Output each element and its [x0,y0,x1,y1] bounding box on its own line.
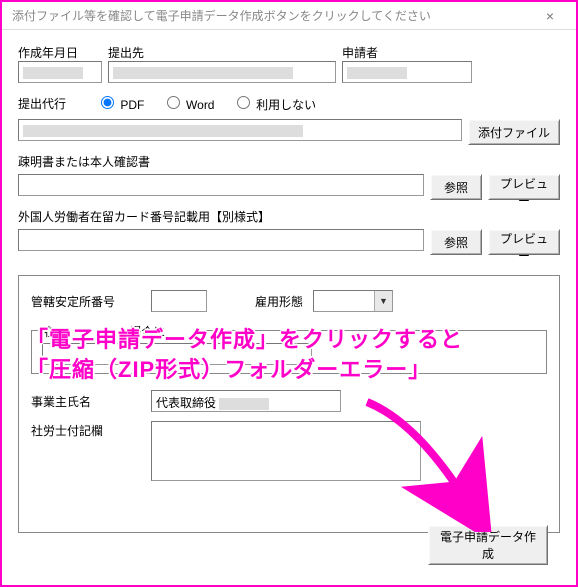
file2-browse-button[interactable]: 参照 [430,229,482,255]
employment-type-label: 雇用形態 [255,293,303,310]
chevron-down-icon: ▼ [374,291,392,311]
owner-label: 事業主氏名 [31,393,141,410]
office-number-label: 管轄安定所番号 [31,293,141,310]
owner-field[interactable]: 代表取締役 [151,390,341,412]
proxy-label: 提出代行 [18,95,90,112]
header-destination: 提出先 [108,44,336,61]
memo-field[interactable] [151,421,421,481]
file1-path-field[interactable] [18,174,424,196]
radio-word[interactable]: Word [162,98,215,112]
file1-preview-button[interactable]: プレビュー [488,174,560,200]
create-data-button[interactable]: 電子申請データ作成 [428,525,548,565]
employment-type-select[interactable]: ▼ [313,290,393,312]
file2-path-field[interactable] [18,229,424,251]
file1-label: 疎明書または本人確認書 [18,153,560,170]
memo-label: 社労士付記欄 [31,422,141,439]
title-bar: 添付ファイル等を確認して電子申請データ作成ボタンをクリックしてください × [2,2,576,30]
radio-pdf[interactable]: PDF [96,98,144,112]
inner-legend: 在 場合に [40,323,196,340]
file2-preview-button[interactable]: プレビュー [488,229,560,255]
window-title: 添付ファイル等を確認して電子申請データ作成ボタンをクリックしてください [12,7,431,24]
attach-file-button[interactable]: 添付ファイル [468,119,560,145]
inner-field[interactable] [42,343,312,365]
proxy-path-field[interactable] [18,119,462,141]
radio-none[interactable]: 利用しない [232,98,316,112]
header-creation-date: 作成年月日 [18,44,102,61]
destination-field[interactable] [108,61,336,83]
file1-browse-button[interactable]: 参照 [430,174,482,200]
office-number-field[interactable] [151,290,207,312]
lower-group: 管轄安定所番号 雇用形態 ▼ 在 場合に 事業主氏名 代表取締役 [18,275,560,533]
close-icon[interactable]: × [530,4,570,28]
proxy-radio-group: PDF Word 利用しない [96,93,330,113]
owner-value-prefix: 代表取締役 [156,396,216,410]
applicant-field[interactable] [342,61,472,83]
file2-label: 外国人労働者在留カード番号記載用【別様式】 [18,208,560,225]
creation-date-field[interactable] [18,61,102,83]
inner-group: 在 場合に [31,330,547,374]
header-applicant: 申請者 [342,44,472,61]
